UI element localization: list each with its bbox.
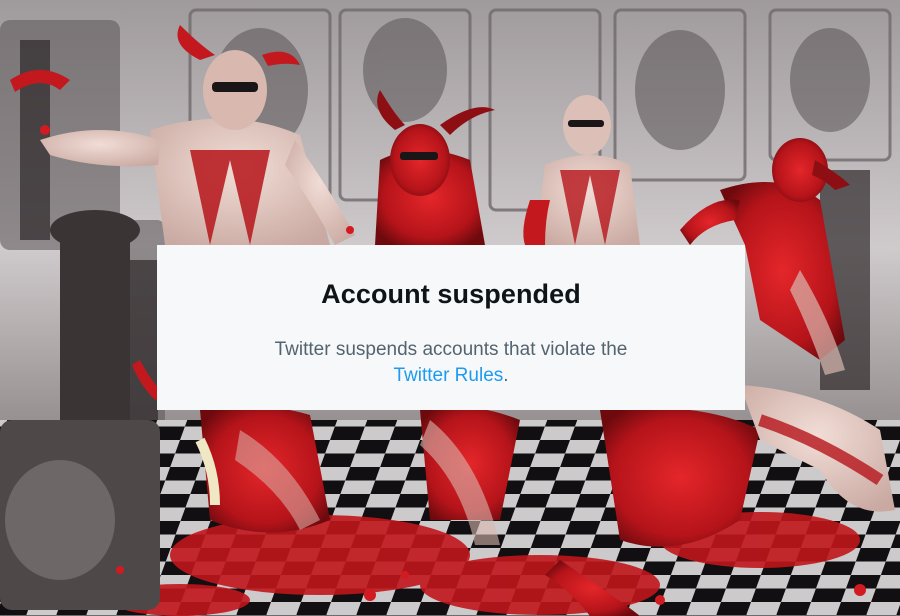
suspension-message-line-2: Twitter Rules.: [157, 363, 745, 389]
suspension-message-line-1: Twitter suspends accounts that violate t…: [274, 339, 628, 360]
suspension-notice-panel: Account suspended Twitter suspends accou…: [157, 245, 745, 410]
twitter-rules-link[interactable]: Twitter Rules: [393, 365, 503, 386]
suspension-message: Twitter suspends accounts that violate t…: [157, 337, 745, 389]
message-period: .: [503, 365, 509, 386]
account-suspended-title: Account suspended: [321, 279, 581, 309]
